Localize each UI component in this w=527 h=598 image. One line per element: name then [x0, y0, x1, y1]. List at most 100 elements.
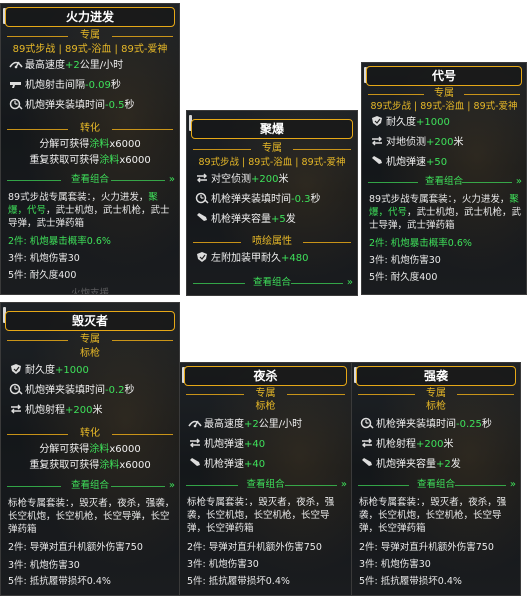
skin-card-daihao: 代号 专属 89式步战 | 89式-浴血 | 89式-爱神 耐久度+1000 对…	[361, 62, 527, 295]
duplicate-reward: 重复获取可获得涂料x6000	[29, 460, 151, 471]
reload-icon	[9, 383, 23, 395]
stat-row: 机枪弹夹装填时间-0.25秒	[360, 417, 516, 433]
view-combo-button[interactable]: 查看组合»	[191, 277, 353, 289]
skin-card-huolijinfa: 火力进发 专属 89式步战 | 89式-浴血 | 89式-爱神 最高速度+2公里…	[0, 3, 180, 295]
vehicle-list: 89式步战 | 89式-浴血 | 89式-爱神	[12, 44, 168, 55]
skin-card-jubao: 聚爆 专属 89式步战 | 89式-浴血 | 89式-爱神 对空侦测+200米 …	[186, 110, 358, 296]
skin-card-huimiezhe: 毁灭者 专属 标枪 耐久度+1000 机炮弹夹装填时间-0.2秒 机炮射程+20…	[0, 302, 180, 596]
stat-row: 机枪弹夹装填时间-0.3秒	[195, 192, 353, 208]
set-description: 89式步战专属套装：，火力进发，聚爆，代号，武士机炮，武士机枪，武士导弹，武士弹…	[8, 192, 170, 229]
set-bonus-2: 2件: 导弹对直升机额外伤害750	[359, 542, 494, 553]
radar-icon	[188, 437, 202, 449]
set-bonus-3: 3件: 机炮伤害30	[369, 255, 441, 266]
vehicle-list: 标枪	[426, 401, 446, 412]
section-header-exclusive: 专属	[352, 388, 520, 400]
set-bonus-2: 2件: 机炮暴击概率0.6%	[369, 238, 472, 249]
cannon-icon	[9, 78, 23, 90]
set-bonus-2: 2件: 导弹对直升机额外伤害750	[187, 542, 322, 553]
speed-icon	[9, 58, 23, 70]
paint-stat-row: 左附加装甲耐久+480	[195, 251, 353, 267]
ammo-icon	[195, 212, 209, 224]
set-bonus-2: 2件: 机炮暴击概率0.6%	[8, 236, 111, 247]
section-header-exclusive: 专属	[187, 143, 357, 155]
stat-row: 耐久度+1000	[9, 363, 175, 379]
vehicle-list: 89式步战 | 89式-浴血 | 89式-爱神	[198, 157, 346, 168]
chevron-right-icon: »	[509, 479, 516, 490]
stat-row: 机枪弹夹容量+5发	[195, 212, 353, 228]
stat-row: 机炮弹速+50	[370, 155, 522, 171]
decompose-reward: 分解可获得涂料x6000	[39, 444, 141, 455]
vehicle-list: 标枪	[80, 348, 100, 359]
set-description: 标枪专属套装：，毁灭者，夜杀，强袭，长空机炮，长空机枪，长空导弹，长空弹药箱	[8, 498, 175, 535]
cut-off-text: 火炮支援	[71, 288, 110, 295]
card-title: 代号	[366, 66, 522, 86]
set-bonus-3: 3件: 机炮伤害30	[187, 559, 259, 570]
section-header-exclusive: 专属	[180, 388, 351, 400]
card-title: 毁灭者	[5, 311, 175, 331]
section-header-exclusive: 专属	[362, 88, 526, 100]
chevron-right-icon: »	[168, 174, 175, 185]
radar-icon	[195, 172, 209, 184]
stat-row: 机炮射击间隔-0.09秒	[9, 78, 175, 94]
section-header-convert: 转化	[1, 123, 179, 135]
stat-row: 机枪弹速+40	[188, 457, 347, 473]
set-description: 标枪专属套装：，毁灭者，夜杀，强袭，长空机炮，长空机枪，长空导弹，长空弹药箱	[187, 497, 335, 534]
set-bonus-5: 5件: 耐久度400	[8, 270, 77, 281]
set-bonus-5: 5件: 抵抗履带损坏0.4%	[359, 576, 462, 587]
section-header-paint: 喷绘属性	[187, 236, 357, 248]
set-bonus-5: 5件: 抵抗履带损坏0.4%	[187, 576, 290, 587]
section-header-convert: 转化	[1, 428, 179, 440]
set-bonus-3: 3件: 机炮伤害30	[8, 253, 80, 264]
card-title: 夜杀	[184, 366, 347, 386]
section-header-exclusive: 专属	[1, 30, 179, 42]
duplicate-reward: 重复获取可获得涂料x6000	[29, 155, 151, 166]
set-bonus-2: 2件: 导弹对直升机额外伤害750	[8, 542, 143, 553]
stat-row: 机炮射程+200米	[9, 403, 175, 419]
view-combo-button[interactable]: 查看组合»	[5, 480, 175, 492]
stat-row: 机枪射程+200米	[360, 437, 516, 453]
radar-icon	[360, 437, 374, 449]
set-bonus-5: 5件: 抵抗履带损坏0.4%	[8, 576, 111, 587]
view-combo-button[interactable]: 查看组合»	[366, 176, 522, 188]
card-title: 聚爆	[191, 119, 353, 139]
stat-row: 耐久度+1000	[370, 115, 522, 131]
decompose-reward: 分解可获得涂料x6000	[39, 139, 141, 150]
card-title: 火力进发	[5, 7, 175, 27]
stat-row: 最高速度+2公里/小时	[188, 417, 347, 433]
set-description: 89式步战专属套装：，火力进发，聚爆，代号，武士机炮，武士机枪，武士导弹，武士弹…	[369, 194, 522, 231]
skin-card-qiangxi: 强袭 专属 标枪 机枪弹夹装填时间-0.25秒 机枪射程+200米 机炮弹夹容量…	[351, 362, 521, 596]
vehicle-list: 89式步战 | 89式-浴血 | 89式-爱神	[370, 101, 518, 112]
stat-row: 机炮弹夹装填时间-0.2秒	[9, 383, 175, 399]
stat-row: 最高速度+2公里/小时	[9, 58, 175, 74]
stat-row: 机炮弹夹装填时间-0.5秒	[9, 98, 175, 114]
ammo-icon	[188, 457, 202, 469]
radar-icon	[9, 403, 23, 415]
reload-icon	[195, 192, 209, 204]
set-bonus-3: 3件: 机炮伤害30	[8, 560, 80, 571]
view-combo-button[interactable]: 查看组合»	[5, 174, 175, 186]
stat-row: 对空侦测+200米	[195, 172, 353, 188]
ammo-icon	[370, 155, 384, 167]
set-bonus-3: 3件: 机炮伤害30	[359, 559, 431, 570]
reload-icon	[360, 417, 374, 429]
ammo-icon	[360, 457, 374, 469]
chevron-right-icon: »	[346, 277, 353, 288]
armor-icon	[195, 251, 209, 263]
stat-row: 机炮弹速+40	[188, 437, 347, 453]
chevron-right-icon: »	[340, 479, 347, 490]
stat-row: 机炮弹夹容量+2发	[360, 457, 516, 473]
section-header-exclusive: 专属	[1, 334, 179, 346]
chevron-right-icon: »	[515, 176, 522, 187]
view-combo-button[interactable]: 查看组合»	[184, 479, 347, 491]
vehicle-list: 标枪	[255, 401, 276, 412]
chevron-right-icon: »	[168, 480, 175, 491]
armor-icon	[9, 363, 23, 375]
card-title: 强袭	[356, 366, 516, 386]
view-combo-button[interactable]: 查看组合»	[356, 479, 516, 491]
armor-icon	[370, 115, 384, 127]
reload-icon	[9, 98, 23, 110]
speed-icon	[188, 417, 202, 429]
radar-icon	[370, 135, 384, 147]
set-description: 标枪专属套装：，毁灭者，夜杀，强袭，长空机炮，长空机枪，长空导弹，长空弹药箱	[359, 497, 507, 534]
stat-row: 对地侦测+200米	[370, 135, 522, 151]
